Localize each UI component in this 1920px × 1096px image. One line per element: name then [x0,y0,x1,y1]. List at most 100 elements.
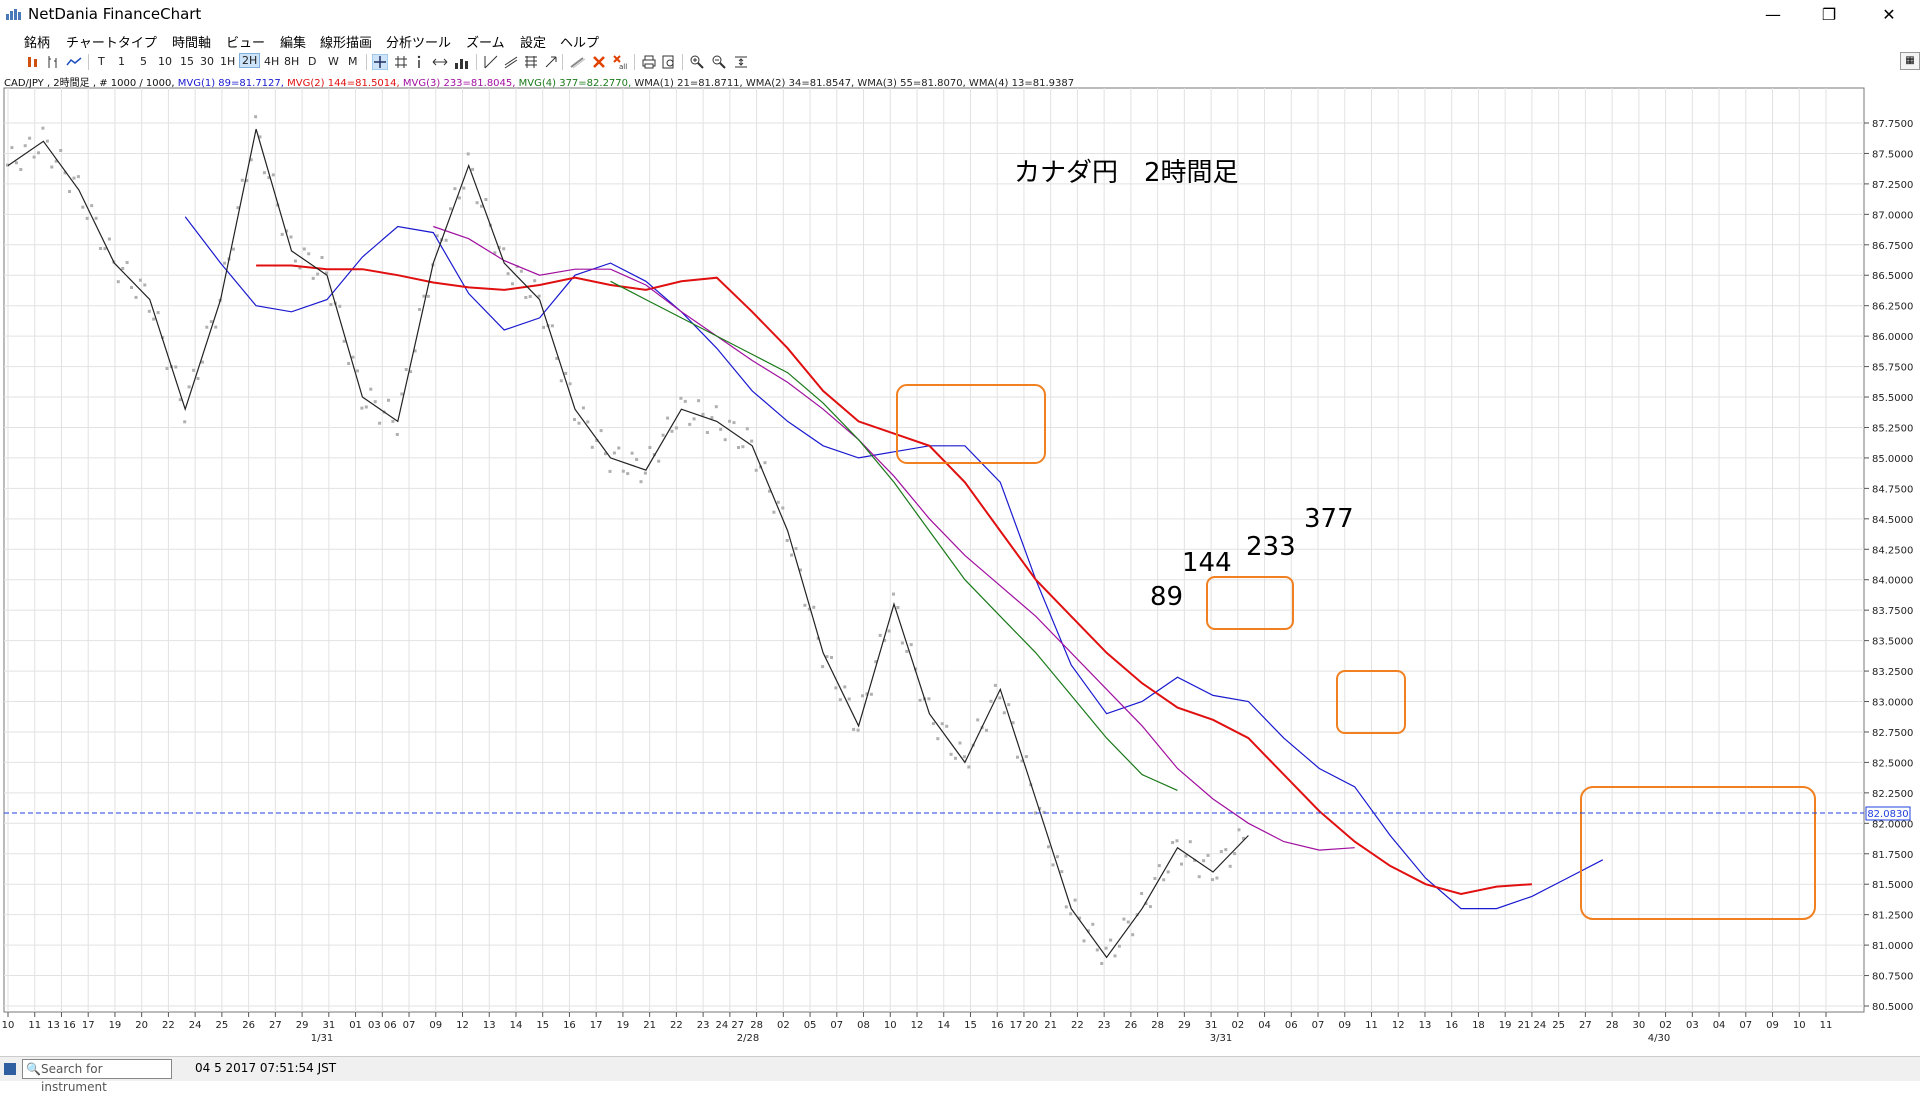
price-dot [838,698,842,702]
status-bar: 🔍 Search for instrument 04 5 2017 07:51:… [0,1056,1920,1094]
candlestick-icon[interactable] [26,55,40,69]
price-dot [214,325,218,329]
arrow-icon[interactable] [544,55,558,69]
time-axis: 10 11 13 16 17 19 20 22 24 25 26 27 29 31 01 03 06 07 09… [2,1012,1833,1044]
menu-line-drawing[interactable]: 線形描画 [320,32,372,51]
price-dot [316,272,320,276]
price-dot [351,355,355,359]
month-label: 2/28 [737,1033,759,1044]
menu-edit[interactable]: 編集 [280,32,306,51]
timeframe-15[interactable]: 15 [180,55,194,68]
menu-zoom[interactable]: ズーム [466,32,505,51]
zoom-in-icon[interactable] [690,55,704,69]
x-tick-label: 10 [1793,1020,1806,1031]
price-dot [1202,859,1206,863]
channel-icon[interactable] [504,55,518,69]
preview-icon[interactable] [662,55,676,69]
delete-all-icon[interactable]: all [612,54,628,70]
pan-icon[interactable] [432,55,448,69]
y-tick-label: 84.7500 [1872,484,1913,495]
price-dot [843,685,847,689]
price-chart[interactable]: 87.7500 87.5000 87.2500 87.0000 86.7500 86.50… [0,87,1920,1056]
price-dot [639,480,643,484]
grid-icon[interactable] [394,55,408,69]
price-dot [1104,946,1108,950]
menu-help[interactable]: ヘルプ [560,32,599,51]
timeframe-2h[interactable]: 2H [239,53,261,68]
price-dot [599,429,603,433]
x-tick-label: 11 [1820,1020,1833,1031]
y-tick-label: 85.5000 [1872,393,1913,404]
crosshair-icon[interactable] [372,54,388,70]
price-dot [723,438,727,442]
timeframe-weekly[interactable]: W [328,55,339,68]
timeframe-1h[interactable]: 1H [220,55,235,68]
price-dot [830,656,833,659]
price-dot [985,728,988,732]
minimize-button[interactable]: — [1750,0,1796,28]
x-tick-label: 13 [483,1020,496,1031]
price-dot [533,279,537,283]
menu-view[interactable]: ビュー [226,32,265,51]
fibonacci-icon[interactable] [524,55,538,69]
price-dot [710,416,714,420]
info-icon[interactable] [414,55,424,69]
y-tick-label: 85.2500 [1872,423,1913,434]
zoom-fit-icon[interactable] [734,55,748,69]
y-tick-label: 84.5000 [1872,515,1913,526]
y-tick-label: 86.7500 [1872,241,1913,252]
line-chart-icon[interactable] [66,55,82,69]
price-dot [466,152,470,156]
price-dot [1095,948,1099,952]
y-tick-label: 83.2500 [1872,667,1913,678]
price-dot [107,237,111,241]
x-tick-label: 16 [563,1020,576,1031]
pencil-icon[interactable] [570,55,586,69]
price-dot [1211,878,1214,882]
menu-instrument[interactable]: 銘柄 [24,32,50,51]
price-dot [378,421,382,425]
panel-toggle-button[interactable]: ▦ [1900,52,1920,70]
timeframe-10[interactable]: 10 [158,55,172,68]
bar-chart-icon[interactable] [46,55,60,69]
x-tick-label: 25 [1552,1020,1565,1031]
price-dot [360,406,364,410]
price-dot [967,765,971,769]
trendline-icon[interactable] [484,55,498,69]
timeframe-tick[interactable]: T [98,55,105,68]
menu-timeframe[interactable]: 時間軸 [172,32,211,51]
timeframe-4h[interactable]: 4H [264,55,279,68]
x-tick-label: 20 [135,1020,148,1031]
timeframe-30[interactable]: 30 [200,55,214,68]
timeframe-1[interactable]: 1 [118,55,125,68]
y-tick-label: 81.5000 [1872,880,1913,891]
price-dot [692,417,696,421]
price-dot [1007,703,1011,707]
print-icon[interactable] [642,55,656,69]
volume-icon[interactable] [454,54,470,70]
timeframe-8h[interactable]: 8H [284,55,299,68]
menu-chart-type[interactable]: チャートタイプ [66,32,157,51]
price-dot [511,282,514,286]
menu-analysis-tools[interactable]: 分析ツール [386,32,451,51]
x-tick-label: 11 [1365,1020,1378,1031]
price-dot [45,139,49,143]
timeframe-5[interactable]: 5 [140,55,147,68]
maximize-button[interactable]: ❐ [1806,0,1852,28]
timeframe-daily[interactable]: D [308,55,316,68]
close-button[interactable]: ✕ [1866,0,1912,28]
instrument-search-input[interactable]: 🔍 Search for instrument [22,1059,172,1094]
price-dot [1171,841,1175,844]
delete-icon[interactable] [592,55,606,69]
x-tick-label: 05 [804,1020,817,1031]
x-tick-label: 15 [964,1020,977,1031]
price-dot [76,175,80,179]
price-dot [99,247,102,250]
y-tick-label: 86.2500 [1872,302,1913,313]
menu-settings[interactable]: 設定 [520,32,546,51]
timeframe-monthly[interactable]: M [348,55,358,68]
price-dot [954,756,957,760]
y-tick-label: 86.0000 [1872,332,1913,343]
x-tick-label: 24 [189,1020,202,1031]
zoom-out-icon[interactable] [712,55,726,69]
